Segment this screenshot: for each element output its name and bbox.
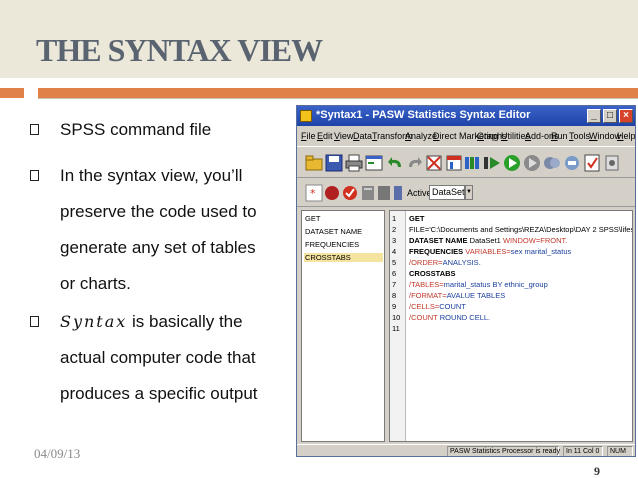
- code-line: FILE='C:\Documents and Settings\REZA\Des…: [409, 225, 633, 234]
- syntax-star-icon[interactable]: *: [305, 183, 323, 203]
- code-line: DATASET NAME DataSet1 WINDOW=FRONT.: [409, 236, 568, 245]
- line-number: 8: [392, 291, 397, 300]
- menu-file[interactable]: File: [301, 131, 316, 141]
- variables-icon[interactable]: [463, 153, 481, 173]
- bullet-3-line-3: produces a specific output: [60, 384, 258, 403]
- bullet-2-line-3: generate any set of tables: [60, 238, 256, 257]
- line-number: 7: [392, 280, 397, 289]
- print-icon[interactable]: [345, 153, 363, 173]
- app-icon: [300, 110, 312, 122]
- line-number: 4: [392, 247, 397, 256]
- open-icon[interactable]: [305, 153, 323, 173]
- navigator-item[interactable]: GET: [304, 214, 383, 223]
- slide-date: 04/09/13: [34, 446, 81, 461]
- menu-help[interactable]: Help: [617, 131, 635, 141]
- code-line: /CELLS=COUNT: [409, 302, 466, 311]
- processor-status: PASW Statistics Processor is ready: [447, 446, 560, 456]
- code-line: /TABLES=marital_status BY ethnic_group: [409, 280, 548, 289]
- navigator-item[interactable]: DATASET NAME: [304, 227, 383, 236]
- minimize-button[interactable]: _: [587, 109, 601, 123]
- svg-text:*: *: [310, 187, 316, 200]
- line-number: 11: [392, 324, 400, 333]
- line-number: 3: [392, 236, 397, 245]
- recall-dialog-icon[interactable]: [365, 153, 383, 173]
- line-number: 10: [392, 313, 401, 322]
- spelling-icon[interactable]: [583, 153, 601, 173]
- save-icon[interactable]: [325, 153, 343, 173]
- menu-edit[interactable]: Edit: [317, 131, 333, 141]
- navigator-item-selected[interactable]: CROSSTABS: [304, 253, 383, 262]
- code-line: /COUNT ROUND CELL.: [409, 313, 491, 322]
- close-button[interactable]: ×: [619, 109, 633, 123]
- code-line: /ORDER=ANALYSIS.: [409, 258, 481, 267]
- undo-icon[interactable]: [387, 153, 405, 173]
- slide-title: THE SYNTAX VIEW: [36, 32, 323, 68]
- page-number: 9: [594, 464, 600, 478]
- code-line: GET: [409, 214, 425, 223]
- bullet-box-icon: [30, 124, 39, 135]
- run-to-end-icon[interactable]: [523, 153, 541, 173]
- chevron-down-icon[interactable]: ▼: [465, 185, 473, 200]
- line-number-gutter: 1 2 3 4 5 6 7 8 9 10 11: [390, 211, 406, 441]
- options-icon[interactable]: [603, 153, 621, 173]
- redo-icon[interactable]: [405, 153, 423, 173]
- bullet-box-icon: [30, 170, 39, 181]
- status-bar: PASW Statistics Processor is ready In 11…: [297, 444, 635, 456]
- bullet-3-line-2: actual computer code that: [60, 348, 256, 367]
- goto-case-icon[interactable]: [425, 153, 443, 173]
- syntax-editor[interactable]: 1 2 3 4 5 6 7 8 9 10 11 GET FILE='C:\Doc…: [389, 210, 633, 442]
- accent-bar-left: [0, 88, 24, 98]
- goto-variable-icon[interactable]: [445, 153, 463, 173]
- line-number: 6: [392, 269, 397, 278]
- code-line: CROSSTABS: [409, 269, 456, 278]
- navigator-item[interactable]: FREQUENCIES: [304, 240, 383, 249]
- maximize-button[interactable]: □: [603, 109, 617, 123]
- code-line: FREQUENCIES VARIABLES=sex marital_status: [409, 247, 572, 256]
- main-toolbar: [297, 146, 635, 178]
- menu-run[interactable]: Run: [551, 131, 568, 141]
- bookmark-icon[interactable]: [563, 153, 581, 173]
- numlock-indicator: NUM: [607, 446, 633, 456]
- bullet-2-line-2: preserve the code used to: [60, 202, 257, 221]
- syntax-editor-window: *Syntax1 - PASW Statistics Syntax Editor…: [296, 105, 636, 457]
- syntax-toolbar: * Active: DataSet1 ▼: [297, 179, 635, 207]
- line-number: 9: [392, 302, 397, 311]
- record-icon[interactable]: [323, 183, 341, 203]
- menu-view[interactable]: View: [334, 131, 353, 141]
- window-title: *Syntax1 - PASW Statistics Syntax Editor: [316, 109, 531, 121]
- menu-data[interactable]: Data: [353, 131, 372, 141]
- syntax-word: Syntax: [60, 312, 128, 331]
- accent-divider: [38, 98, 638, 99]
- step-through-icon[interactable]: [503, 153, 521, 173]
- run-selection-icon[interactable]: [483, 153, 501, 173]
- menu-tools[interactable]: Tools: [569, 131, 590, 141]
- line-number: 5: [392, 258, 397, 267]
- menu-bar: File Edit View Data Transform Analyze Di…: [297, 128, 635, 144]
- navigator-pane: GET DATASET NAME FREQUENCIES CROSSTABS: [301, 210, 385, 442]
- window-titlebar[interactable]: *Syntax1 - PASW Statistics Syntax Editor…: [297, 106, 635, 126]
- active-dataset-select[interactable]: DataSet1: [429, 185, 470, 200]
- bullet-2-line-4: or charts.: [60, 274, 131, 293]
- validate-icon[interactable]: [341, 183, 359, 203]
- line-number: 1: [392, 214, 397, 223]
- code-line: /FORMAT=AVALUE TABLES: [409, 291, 506, 300]
- breakpoint-icon[interactable]: [543, 153, 561, 173]
- line-number: 2: [392, 225, 397, 234]
- bullet-box-icon: [30, 316, 39, 327]
- cursor-position: In 11 Col 0: [563, 446, 603, 456]
- accent-bar: [38, 88, 638, 98]
